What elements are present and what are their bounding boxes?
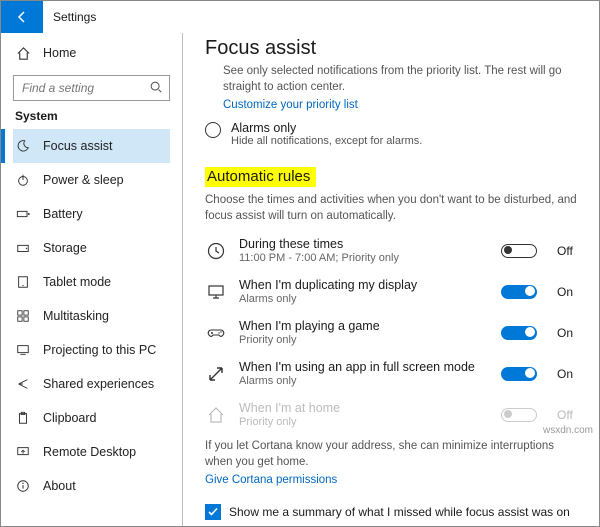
cortana-permissions-link[interactable]: Give Cortana permissions [205, 474, 337, 486]
nav-item-label: Clipboard [43, 411, 97, 425]
summary-checkbox-row[interactable]: Show me a summary of what I missed while… [205, 504, 581, 520]
toggle-state: Off [557, 244, 581, 258]
clipboard-icon [15, 411, 31, 425]
rule-at-home: When I'm at home Priority only Off [205, 394, 581, 435]
sidebar-item-shared-experiences[interactable]: Shared experiences [13, 367, 170, 401]
sidebar-item-multitasking[interactable]: Multitasking [13, 299, 170, 333]
info-icon [15, 479, 31, 493]
radio-icon [205, 122, 221, 138]
rule-playing-game[interactable]: When I'm playing a game Priority only On [205, 312, 581, 353]
checkbox-checked-icon[interactable] [205, 504, 221, 520]
monitor-icon [205, 282, 227, 302]
summary-checkbox-label: Show me a summary of what I missed while… [229, 505, 570, 519]
rule-sub: Alarms only [239, 293, 489, 305]
nav-item-label: Remote Desktop [43, 445, 136, 459]
rule-label: When I'm at home [239, 401, 489, 416]
search-icon [149, 80, 163, 94]
rule-duplicating-display[interactable]: When I'm duplicating my display Alarms o… [205, 271, 581, 312]
gamepad-icon [205, 323, 227, 343]
sidebar-item-tablet-mode[interactable]: Tablet mode [13, 265, 170, 299]
nav-item-label: Battery [43, 207, 83, 221]
sidebar-item-projecting[interactable]: Projecting to this PC [13, 333, 170, 367]
toggle-fullscreen[interactable] [501, 367, 537, 381]
battery-icon [15, 207, 31, 221]
sidebar-item-clipboard[interactable]: Clipboard [13, 401, 170, 435]
main-content: Focus assist See only selected notificat… [183, 33, 599, 526]
clock-icon [205, 241, 227, 261]
nav-item-label: Tablet mode [43, 275, 111, 289]
rule-during-times[interactable]: During these times 11:00 PM - 7:00 AM; P… [205, 230, 581, 271]
rule-sub: Priority only [239, 416, 489, 428]
rule-sub: 11:00 PM - 7:00 AM; Priority only [239, 252, 489, 264]
rule-sub: Alarms only [239, 375, 489, 387]
project-icon [15, 343, 31, 357]
automatic-rules-heading: Automatic rules [205, 167, 316, 187]
rule-label: When I'm using an app in full screen mod… [239, 360, 489, 375]
sidebar-item-focus-assist[interactable]: Focus assist [13, 129, 170, 163]
sidebar-section: System [15, 109, 170, 123]
nav-item-label: Focus assist [43, 139, 112, 153]
rule-label: When I'm duplicating my display [239, 278, 489, 293]
toggle-state: On [557, 326, 581, 340]
nav-item-label: Multitasking [43, 309, 109, 323]
automatic-rules-desc: Choose the times and activities when you… [205, 193, 581, 224]
sidebar-item-power-sleep[interactable]: Power & sleep [13, 163, 170, 197]
rule-label: When I'm playing a game [239, 319, 489, 334]
arrow-left-icon [14, 9, 30, 25]
cortana-msg: If you let Cortana know your address, sh… [205, 439, 581, 470]
page-heading: Focus assist [205, 37, 581, 60]
toggle-during-times[interactable] [501, 244, 537, 258]
nav-item-label: Projecting to this PC [43, 343, 156, 357]
nav-item-label: About [43, 479, 76, 493]
back-button[interactable] [1, 1, 43, 33]
sidebar-home[interactable]: Home [13, 39, 170, 67]
toggle-game[interactable] [501, 326, 537, 340]
title-bar: Settings [1, 1, 599, 33]
alarms-only-desc: Hide all notifications, except for alarm… [231, 135, 422, 147]
toggle-state: Off [557, 408, 581, 422]
toggle-state: On [557, 285, 581, 299]
nav-item-label: Power & sleep [43, 173, 124, 187]
alarms-only-option[interactable]: Alarms only Hide all notifications, exce… [205, 121, 581, 147]
sidebar-item-remote-desktop[interactable]: Remote Desktop [13, 435, 170, 469]
home-label: Home [43, 46, 76, 60]
rule-label: During these times [239, 237, 489, 252]
rule-fullscreen-app[interactable]: When I'm using an app in full screen mod… [205, 353, 581, 394]
power-icon [15, 173, 31, 187]
sidebar: Home System Focus assist Power & sleep B… [1, 33, 183, 526]
sidebar-item-storage[interactable]: Storage [13, 231, 170, 265]
toggle-state: On [557, 367, 581, 381]
share-icon [15, 377, 31, 391]
window-title: Settings [53, 10, 96, 24]
toggle-home [501, 408, 537, 422]
search-input[interactable] [14, 76, 169, 100]
home-rule-icon [205, 405, 227, 425]
sidebar-item-battery[interactable]: Battery [13, 197, 170, 231]
toggle-duplicating[interactable] [501, 285, 537, 299]
storage-icon [15, 241, 31, 255]
sidebar-item-about[interactable]: About [13, 469, 170, 503]
priority-desc: See only selected notifications from the… [223, 64, 581, 95]
remote-icon [15, 445, 31, 459]
search-box[interactable] [13, 75, 170, 101]
home-icon [15, 46, 31, 61]
rule-sub: Priority only [239, 334, 489, 346]
watermark: wsxdn.com [543, 425, 593, 436]
customize-priority-link[interactable]: Customize your priority list [223, 99, 358, 111]
nav-item-label: Shared experiences [43, 377, 154, 391]
nav-item-label: Storage [43, 241, 87, 255]
tablet-icon [15, 275, 31, 289]
moon-icon [15, 139, 31, 153]
multitask-icon [15, 309, 31, 323]
alarms-only-label: Alarms only [231, 121, 422, 135]
fullscreen-icon [205, 364, 227, 384]
